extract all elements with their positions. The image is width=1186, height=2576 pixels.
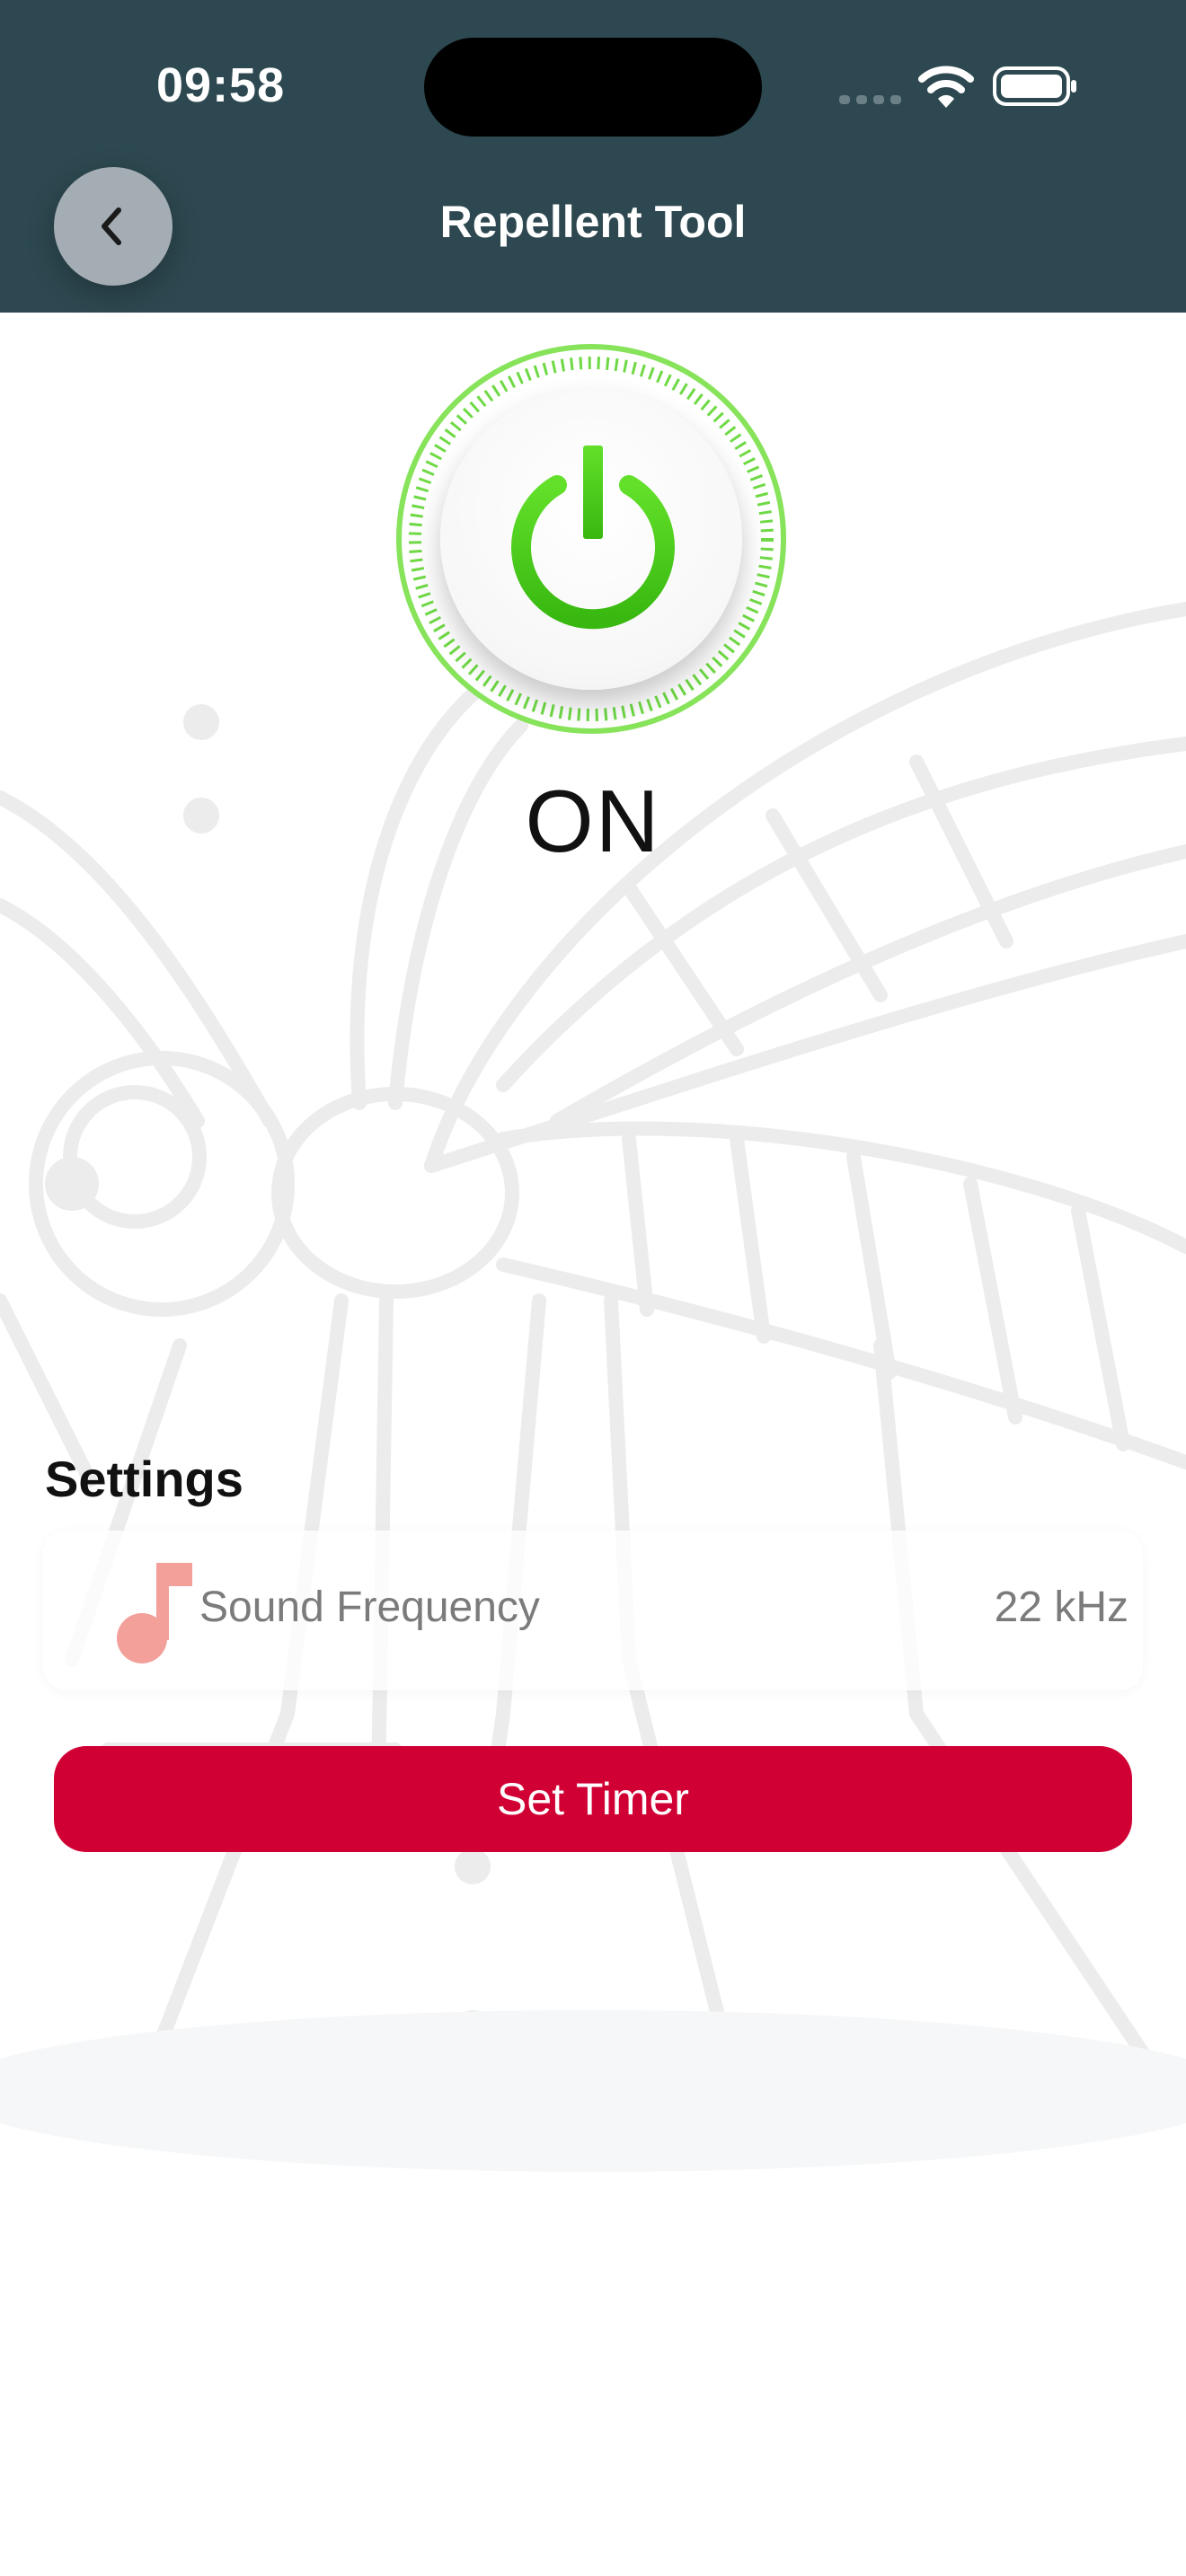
power-icon (511, 446, 675, 630)
music-note-icon (117, 1563, 192, 1663)
repellent-state-label: ON (525, 772, 661, 870)
wifi-icon (918, 66, 974, 108)
battery-icon (993, 66, 1076, 106)
cellular-signal-icon (839, 95, 901, 104)
app-screen: 09:58 Repellent Tool ON Settings Sound F… (0, 0, 1186, 2576)
page-title: Repellent Tool (439, 197, 747, 247)
status-time: 09:58 (156, 58, 286, 112)
dynamic-island (424, 38, 762, 137)
setting-value: 22 kHz (994, 1584, 1128, 1631)
settings-heading: Settings (45, 1451, 243, 1507)
app-header: 09:58 Repellent Tool (0, 0, 1186, 313)
sound-frequency-setting[interactable]: Sound Frequency 22 kHz (43, 1531, 1143, 1690)
setting-label: Sound Frequency (199, 1584, 540, 1631)
set-timer-button[interactable]: Set Timer (54, 1746, 1132, 1852)
